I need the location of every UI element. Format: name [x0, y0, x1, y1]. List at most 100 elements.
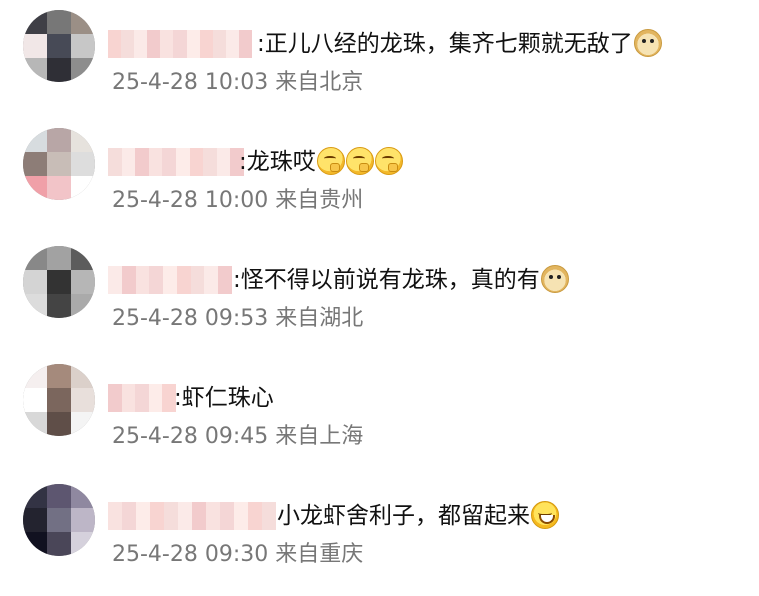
think-emoji-icon: [374, 146, 403, 175]
avatar-pixel: [71, 364, 95, 388]
avatar[interactable]: [23, 10, 95, 82]
doge-emoji-icon: [540, 264, 569, 293]
username-blur-cell: [134, 30, 148, 58]
avatar-pixel: [23, 412, 47, 436]
avatar-pixel: [71, 128, 95, 152]
avatar-pixel: [47, 270, 71, 294]
username-blur-cell: [148, 148, 163, 176]
username-blur-cell: [149, 266, 164, 294]
avatar-pixel: [71, 246, 95, 270]
avatar[interactable]: [23, 246, 95, 318]
username-blur-cell: [122, 502, 136, 530]
comment-datetime: 25-4-28 10:03: [112, 70, 269, 95]
username-blur-cell: [147, 30, 161, 58]
username-blurred[interactable]: [108, 266, 232, 294]
comment-text: 小龙虾舍利子，都留起来: [277, 500, 559, 531]
username-blur-cell: [220, 502, 234, 530]
comment-item: 小龙虾舍利子，都留起来 25-4-28 09:30 来自重庆: [0, 484, 759, 596]
username-blur-cell: [248, 502, 262, 530]
comment-meta: 25-4-28 10:03 来自北京: [112, 69, 363, 97]
avatar-pixel: [23, 508, 47, 532]
comment-body: :怪不得以前说有龙珠，真的有: [233, 267, 540, 293]
username-blur-cell: [238, 30, 252, 58]
avatar-pixel: [47, 484, 71, 508]
doge-emoji-icon: [633, 28, 662, 57]
comment-location: 来自湖北: [275, 306, 364, 331]
username-blur-cell: [178, 502, 192, 530]
username-blurred[interactable]: [108, 30, 252, 58]
username-blur-cell: [216, 148, 231, 176]
avatar-pixel: [71, 532, 95, 556]
avatar-pixel: [71, 152, 95, 176]
username-blur-cell: [135, 384, 149, 412]
avatar-pixel: [23, 532, 47, 556]
avatar[interactable]: [23, 364, 95, 436]
avatar-pixel: [23, 10, 47, 34]
comment-location: 来自北京: [275, 70, 364, 95]
comment-text: :怪不得以前说有龙珠，真的有: [233, 264, 569, 295]
avatar-pixel: [23, 270, 47, 294]
think-emoji-icon: [345, 146, 374, 175]
username-blur-cell: [218, 266, 232, 294]
avatar-pixel: [71, 176, 95, 200]
username-blur-cell: [108, 30, 122, 58]
comment-text: :正儿八经的龙珠，集齐七颗就无敌了: [257, 28, 662, 59]
username-blurred[interactable]: [108, 502, 276, 530]
think-emoji-icon: [316, 146, 345, 175]
comment-meta: 25-4-28 10:00 来自贵州: [112, 187, 363, 215]
avatar[interactable]: [23, 128, 95, 200]
avatar-pixel: [23, 152, 47, 176]
username-blur-cell: [203, 148, 217, 176]
avatar-pixel: [71, 270, 95, 294]
username-blur-cell: [108, 502, 122, 530]
avatar-pixel: [71, 58, 95, 82]
avatar-pixel: [23, 294, 47, 318]
username-blur-cell: [176, 266, 191, 294]
comment-meta: 25-4-28 09:53 来自湖北: [112, 305, 363, 333]
avatar-pixel: [47, 412, 71, 436]
avatar-pixel: [71, 484, 95, 508]
username-blur-cell: [121, 30, 135, 58]
comment-item: :龙珠哎 25-4-28 10:00 来自贵州: [0, 128, 759, 242]
comment-datetime: 25-4-28 09:53: [112, 306, 269, 331]
comment-text: :龙珠哎: [239, 146, 403, 177]
username-blur-cell: [199, 30, 213, 58]
username-blurred[interactable]: [108, 384, 176, 412]
username-blur-cell: [135, 148, 149, 176]
username-blur-cell: [135, 266, 150, 294]
comment-item: :正儿八经的龙珠，集齐七颗就无敌了 25-4-28 10:03 来自北京: [0, 10, 759, 124]
avatar-pixel: [23, 58, 47, 82]
comment-location: 来自重庆: [275, 542, 364, 567]
comment-location: 来自上海: [275, 424, 364, 449]
avatar-pixel: [47, 34, 71, 58]
username-blur-cell: [160, 30, 174, 58]
username-blur-cell: [186, 30, 200, 58]
username-blur-cell: [175, 148, 190, 176]
username-blur-cell: [108, 384, 122, 412]
username-blur-cell: [192, 502, 206, 530]
username-blurred[interactable]: [108, 148, 244, 176]
avatar-pixel: [47, 58, 71, 82]
username-blur-cell: [148, 384, 163, 412]
avatar-pixel: [47, 532, 71, 556]
avatar-pixel: [47, 364, 71, 388]
avatar-pixel: [71, 412, 95, 436]
avatar-pixel: [23, 176, 47, 200]
avatar-pixel: [71, 388, 95, 412]
avatar-pixel: [23, 246, 47, 270]
laugh-emoji-icon: [531, 500, 559, 529]
username-blur-cell: [121, 148, 136, 176]
comment-body: :正儿八经的龙珠，集齐七颗就无敌了: [257, 31, 633, 57]
avatar[interactable]: [23, 484, 95, 556]
username-blur-cell: [150, 502, 164, 530]
avatar-pixel: [23, 128, 47, 152]
username-blur-cell: [190, 266, 205, 294]
avatar-pixel: [23, 388, 47, 412]
avatar-pixel: [71, 508, 95, 532]
avatar-pixel: [47, 10, 71, 34]
username-blur-cell: [206, 502, 220, 530]
comment-body: :龙珠哎: [239, 149, 316, 175]
avatar-pixel: [23, 484, 47, 508]
username-blur-cell: [108, 148, 122, 176]
username-blur-cell: [121, 266, 136, 294]
